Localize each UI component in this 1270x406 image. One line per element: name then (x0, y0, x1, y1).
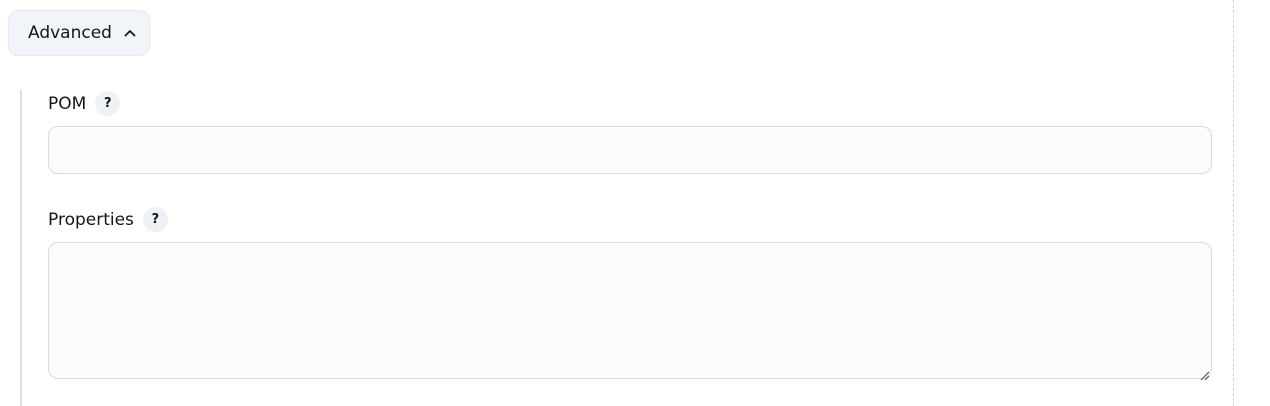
pom-input[interactable] (48, 126, 1212, 174)
advanced-section-rail (20, 90, 22, 406)
pom-label: POM (48, 93, 87, 114)
section-divider (1233, 0, 1234, 406)
advanced-toggle-button[interactable]: Advanced (8, 10, 150, 56)
properties-help-icon[interactable]: ? (142, 207, 168, 232)
advanced-button-label: Advanced (28, 23, 112, 43)
properties-textarea[interactable] (48, 242, 1212, 379)
properties-label: Properties (48, 209, 134, 230)
properties-label-row: Properties ? (48, 207, 168, 232)
resize-handle-icon[interactable] (1199, 366, 1210, 381)
pom-help-icon[interactable]: ? (95, 91, 121, 116)
chevron-up-icon (123, 26, 137, 40)
pom-label-row: POM ? (48, 91, 121, 116)
